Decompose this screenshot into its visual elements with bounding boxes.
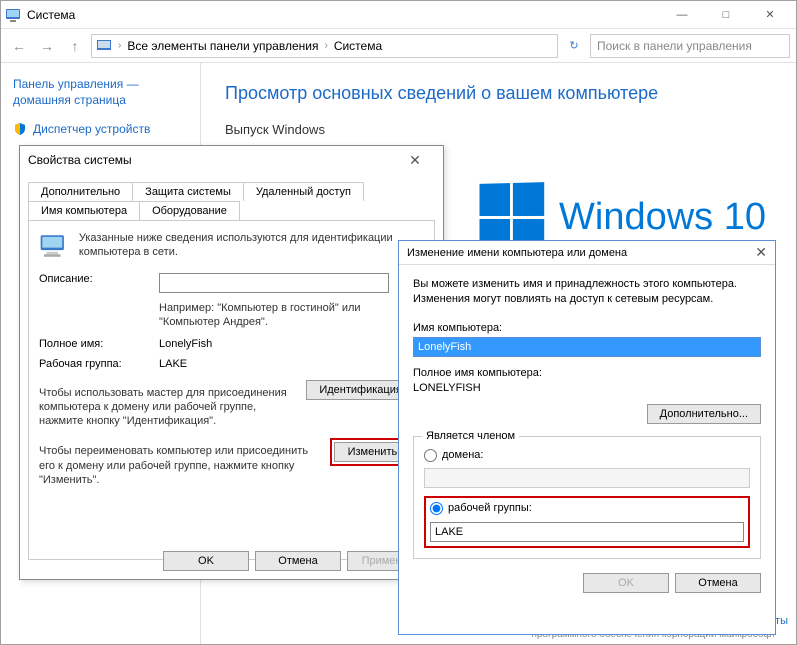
close-button[interactable]: ✕: [395, 152, 435, 169]
window-title: Система: [27, 8, 660, 22]
rename-text: Чтобы переименовать компьютер или присое…: [39, 444, 320, 487]
intro-text: Указанные ниже сведения используются для…: [79, 231, 424, 260]
workgroup-label: Рабочая группа:: [39, 358, 149, 370]
fullname-label: Полное имя компьютера:: [413, 367, 761, 379]
close-button[interactable]: ✕: [748, 1, 792, 29]
close-button[interactable]: ✕: [755, 244, 767, 261]
tab-protection[interactable]: Защита системы: [132, 182, 244, 201]
domain-label: домена:: [442, 449, 483, 461]
member-of-group: Является членом домена: рабочей группы:: [413, 436, 761, 559]
intro-text: Вы можете изменить имя и принадлежность …: [413, 277, 761, 308]
computer-icon: [39, 231, 69, 261]
titlebar: Система — □ ✕: [1, 1, 796, 29]
description-label: Описание:: [39, 273, 149, 285]
wizard-text: Чтобы использовать мастер для присоедине…: [39, 386, 296, 429]
page-title: Просмотр основных сведений о вашем компь…: [225, 83, 772, 104]
fullname-value: LONELYFISH: [413, 382, 761, 394]
system-icon: [5, 7, 21, 23]
ok-button[interactable]: OK: [583, 573, 669, 593]
maximize-button[interactable]: □: [704, 1, 748, 29]
breadcrumb[interactable]: › Все элементы панели управления › Систе…: [91, 34, 558, 58]
ok-button[interactable]: OK: [163, 551, 249, 571]
workgroup-input[interactable]: [430, 522, 744, 542]
system-properties-dialog: Свойства системы ✕ Дополнительно Защита …: [19, 145, 444, 580]
forward-button[interactable]: →: [35, 34, 59, 58]
minimize-button[interactable]: —: [660, 1, 704, 29]
fullname-label: Полное имя:: [39, 338, 149, 350]
shield-icon: [13, 122, 27, 136]
back-button[interactable]: ←: [7, 34, 31, 58]
tab-body: Указанные ниже сведения используются для…: [28, 220, 435, 560]
cancel-button[interactable]: Отмена: [255, 551, 341, 571]
edition-section-label: Выпуск Windows: [225, 122, 772, 137]
breadcrumb-item[interactable]: Система: [334, 39, 382, 53]
device-manager-link[interactable]: Диспетчер устройств: [13, 122, 188, 136]
dialog-title: Изменение имени компьютера или домена: [407, 247, 627, 259]
description-input[interactable]: [159, 273, 389, 293]
dialog-titlebar: Свойства системы ✕: [20, 146, 443, 174]
breadcrumb-item[interactable]: Все элементы панели управления: [127, 39, 318, 53]
tab-computer-name[interactable]: Имя компьютера: [28, 201, 140, 220]
workgroup-radio[interactable]: [430, 502, 443, 515]
more-button[interactable]: Дополнительно...: [647, 404, 761, 424]
workgroup-label: рабочей группы:: [448, 502, 532, 514]
computer-name-label: Имя компьютера:: [413, 322, 761, 334]
domain-radio[interactable]: [424, 449, 437, 462]
example-text: Например: "Компьютер в гостиной" или "Ко…: [159, 301, 389, 330]
workgroup-value: LAKE: [159, 358, 187, 370]
tab-remote[interactable]: Удаленный доступ: [243, 182, 364, 201]
refresh-button[interactable]: ↻: [562, 34, 586, 58]
cancel-button[interactable]: Отмена: [675, 573, 761, 593]
sidebar-home-link[interactable]: Панель управления — домашняя страница: [13, 77, 188, 108]
dialog-titlebar: Изменение имени компьютера или домена ✕: [399, 241, 775, 265]
navbar: ← → ↑ › Все элементы панели управления ›…: [1, 29, 796, 63]
member-legend: Является членом: [422, 430, 519, 442]
rename-computer-dialog: Изменение имени компьютера или домена ✕ …: [398, 240, 776, 635]
highlight-workgroup: рабочей группы:: [424, 496, 750, 548]
computer-name-input[interactable]: [413, 337, 761, 357]
dialog-title: Свойства системы: [28, 153, 132, 167]
search-input[interactable]: Поиск в панели управления: [590, 34, 790, 58]
monitor-icon: [96, 38, 112, 54]
fullname-value: LonelyFish: [159, 338, 212, 350]
up-button[interactable]: ↑: [63, 34, 87, 58]
tab-hardware[interactable]: Оборудование: [139, 201, 240, 220]
domain-input: [424, 468, 750, 488]
tab-advanced[interactable]: Дополнительно: [28, 182, 133, 201]
